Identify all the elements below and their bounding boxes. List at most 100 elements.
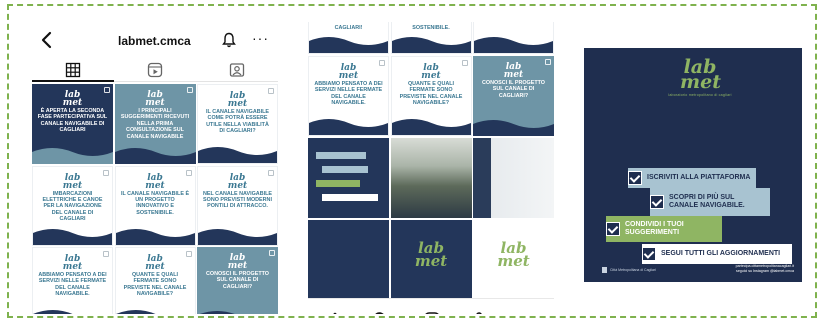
post-logo: lab met [227,253,248,271]
post-caption: Abbiamo pensato a dei servizi nelle ferm… [314,81,383,107]
post-tile[interactable]: lab met Abbiamo pensato a dei servizi nell… [32,247,113,314]
post-tile[interactable]: lab met Abbiamo pensato a dei servizi nell… [308,56,389,136]
post-caption: Quante e quali fermate sono previste nel… [123,272,187,298]
wave-decoration [198,228,277,245]
wave-decoration [198,147,277,163]
poster-item-label: Iscriviti alla piattaforma [647,174,751,181]
post-tile[interactable]: lab met I principali suggerimenti ricevuti… [114,84,196,164]
post-logo: lab met [414,239,448,270]
post-tile[interactable]: Sostenibile. [390,22,472,54]
post-tile[interactable]: lab met Quante e quali fermate sono previs… [114,247,196,314]
post-logo: lab met [145,90,165,108]
poster-item-discover: Scopri di più sul canale navigabile. [650,188,770,216]
tagged-icon[interactable] [229,62,245,78]
home-icon[interactable] [326,311,344,314]
wave-decoration [33,310,112,314]
post-tile[interactable]: lab met Il canale navigabile come potrà es… [197,84,278,164]
wave-decoration [114,148,196,164]
post-caption: Conosci il progetto sul canale di Caglia… [206,271,269,290]
shop-icon[interactable] [470,311,488,314]
post-caption: Cagliari! [334,25,363,31]
post-tile[interactable]: lab met Conosci il progetto sul canale di … [197,247,278,314]
post-logo: lab met [145,172,165,191]
logo-line-2: met [680,71,721,93]
profile-username: labmet.cmca [118,34,191,48]
wave-decoration [309,119,388,135]
post-tile-photo-audience[interactable] [390,138,472,218]
poster-footer-right: partecipa.cittametropolitanacagliari.it … [736,264,794,274]
post-tile[interactable]: lab met Conosci il progetto sul canale di … [473,56,554,136]
post-caption: Abbiamo pensato a dei servizi nelle ferm… [38,272,107,298]
poster-item-register: Iscriviti alla piattaforma [628,168,756,188]
wave-decoration [391,37,471,53]
post-caption: Il canale navigabile è un progetto innov… [120,190,190,216]
back-icon[interactable] [40,30,54,50]
post-tile-photo-screen[interactable] [473,138,554,218]
active-tab-indicator [32,80,114,82]
post-caption: Il canale navigabile come potrà essere u… [206,109,269,135]
wave-decoration [115,228,195,245]
reels-icon[interactable] [147,62,163,78]
instagram-feed-grid: Cagliari! Sostenibile. lab met Abbiamo pensa… [308,22,554,314]
post-logo: lab met [497,239,530,270]
post-tile[interactable] [473,22,554,54]
wave-decoration [309,37,388,53]
post-caption: Conosci il progetto sul canale di Caglia… [482,80,545,99]
bottom-navigation-bar [308,298,554,314]
wave-decoration [391,119,471,135]
wave-decoration [199,311,235,314]
post-caption: I principali suggerimenti ricevuti nella… [120,108,190,140]
instagram-profile-grid: labmet.cmca ··· lab met È aperta la second… [32,24,278,314]
checkbox-icon [650,195,664,209]
post-logo: lab met [338,63,359,81]
post-tile[interactable]: lab met Il canale navigabile è un progetto… [114,165,196,246]
post-tile-poster[interactable] [308,138,389,218]
wave-decoration [32,148,113,164]
grid-icon[interactable] [65,62,81,78]
checkbox-icon [642,247,656,261]
more-icon[interactable]: ··· [252,31,269,45]
checkbox-icon [628,171,642,185]
poster-item-label: Condividi i tuoi suggerimenti [625,221,684,236]
poster-item-follow: Segui tutti gli aggiornamenti [642,244,792,264]
wave-decoration [33,228,112,245]
post-caption: È aperta la seconda fase partecipativa s… [37,108,108,134]
poster-instagram: seguici su Instagram @labmet.cmca [736,269,794,273]
post-logo: lab met [503,62,524,80]
poster-item-share: Condividi i tuoi suggerimenti [606,216,722,242]
post-logo: lab met [62,90,83,108]
post-tile[interactable]: lab met Nel canale navigabile sono previst… [197,165,278,246]
post-caption: Nel canale navigabile sono previsti mode… [203,190,272,210]
post-tile-logo-white[interactable]: lab met [473,220,554,298]
post-caption: Imbarcazioni elettriche e canoe per la n… [42,190,103,223]
poster-band [322,194,378,201]
post-logo: lab met [62,254,83,272]
post-tile-logo[interactable]: lab met [390,220,472,298]
city-emblem-icon [602,267,607,273]
poster-item-label: Segui tutti gli aggiornamenti [661,250,781,257]
post-logo: lab met [145,254,165,272]
poster-item-label: Scopri di più sul canale navigabile. [669,194,745,209]
search-icon[interactable] [372,311,390,314]
post-tile[interactable]: Cagliari! [308,22,389,54]
poster-band [322,166,368,173]
checkbox-icon [606,222,620,236]
wave-decoration [115,310,195,314]
poster-band [316,180,360,187]
post-caption: Quante e quali fermate sono previste nel… [399,81,463,107]
create-icon[interactable] [423,311,441,314]
post-tile[interactable]: lab met È aperta la seconda fase partecipa… [32,84,113,164]
post-logo: lab met [227,172,248,191]
wave-decoration [474,37,553,53]
post-caption: Sostenibile. [412,25,450,31]
post-tile-event[interactable] [308,220,389,298]
poster-band [316,152,366,159]
post-tile[interactable]: lab met Quante e quali fermate sono previs… [390,56,472,136]
profile-tabs [32,58,278,82]
bell-icon[interactable] [222,32,236,48]
wave-decoration [473,120,554,136]
poster-footer-left: Città Metropolitana di Cagliari [610,268,656,272]
poster-subtitle: laboratorio metropolitano di cagliari [668,93,732,97]
post-tile[interactable]: lab met Imbarcazioni elettriche e canoe pe… [32,165,113,246]
post-logo: lab met [62,172,83,191]
